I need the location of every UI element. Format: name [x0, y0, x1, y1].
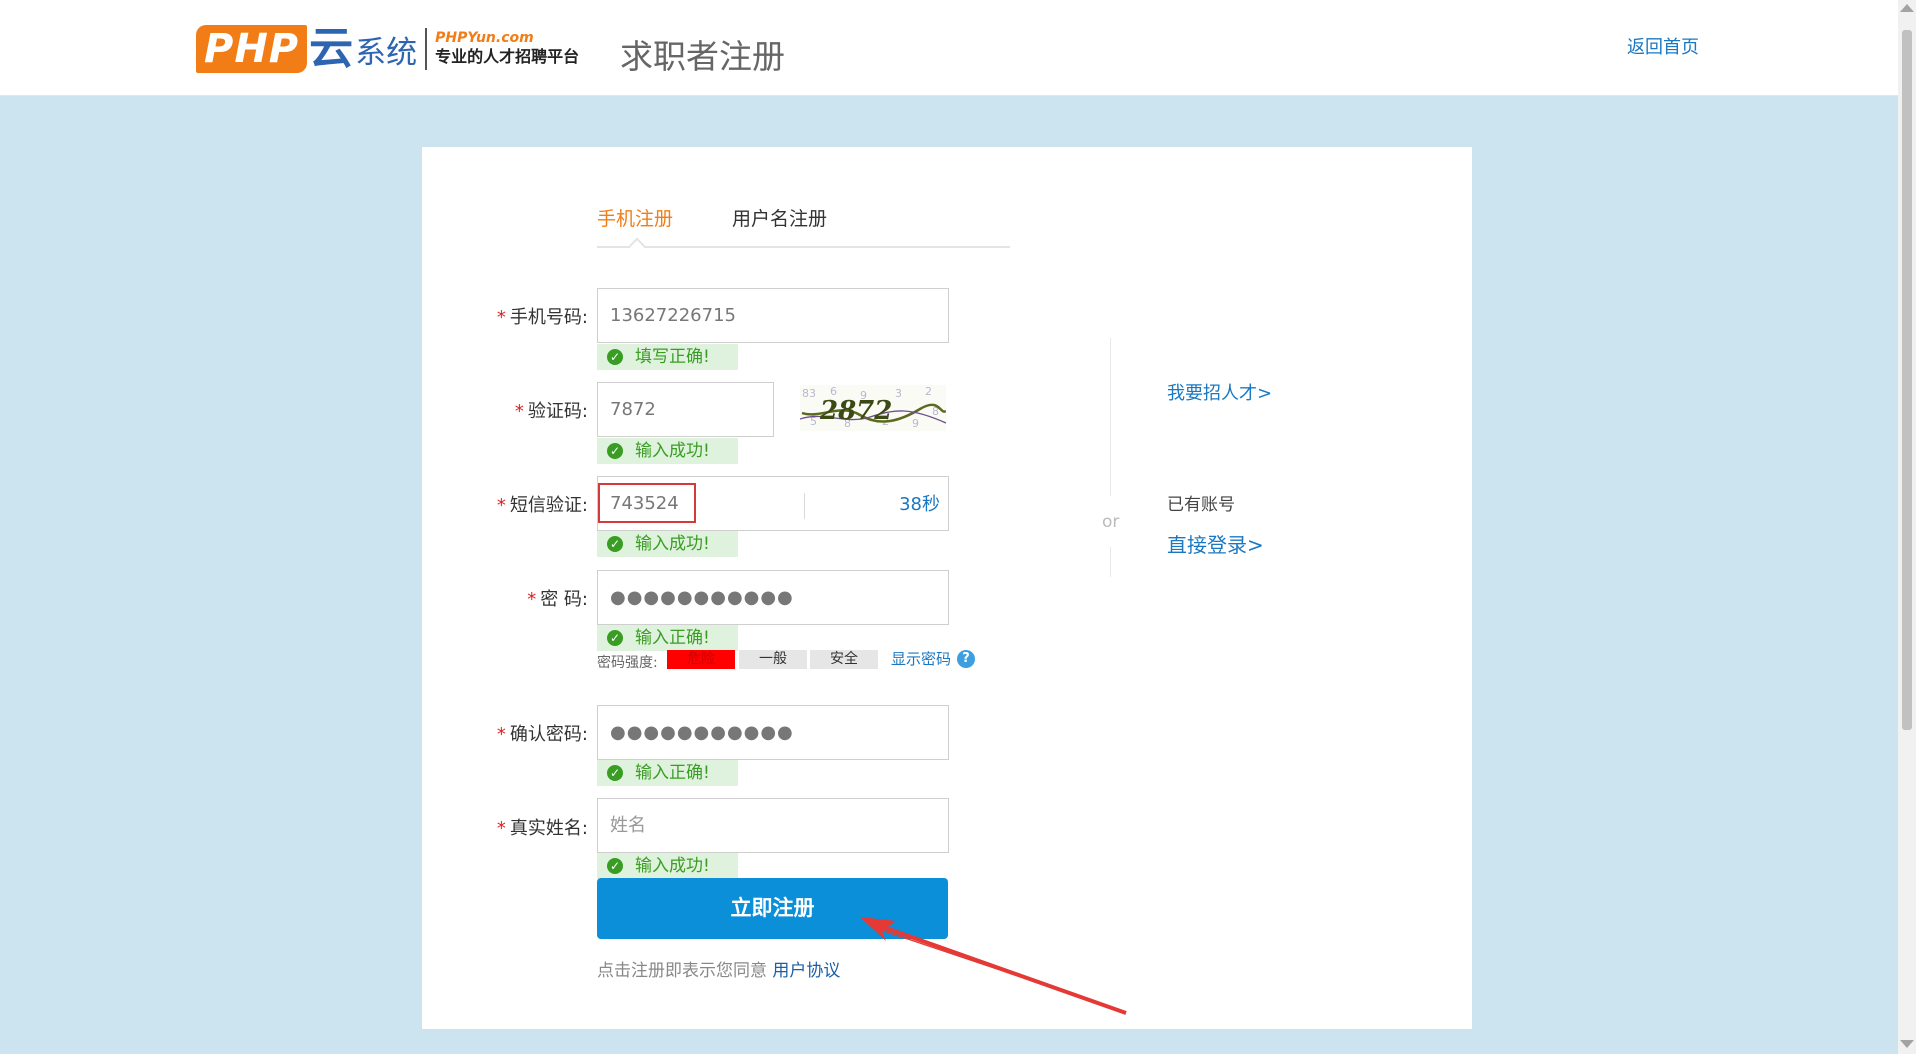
- phone-status-text: 填写正确!: [635, 347, 710, 367]
- password-input[interactable]: ●●●●●●●●●●●: [597, 570, 949, 625]
- confirm-password-label-text: 确认密码:: [509, 724, 588, 745]
- check-icon: ✓: [607, 765, 623, 781]
- logo-php-text: PHP: [196, 25, 308, 73]
- phone-label: * 手机号码:: [418, 303, 588, 329]
- or-label: or: [1102, 512, 1120, 532]
- show-password-text: 显示密码: [891, 650, 952, 668]
- confirm-password-input[interactable]: ●●●●●●●●●●●: [597, 705, 949, 760]
- logo-system-text: 系统: [355, 34, 418, 71]
- side-divider-bottom: [1110, 547, 1111, 577]
- tab-username-register[interactable]: 用户名注册: [732, 204, 827, 231]
- confirm-password-label: * 确认密码:: [418, 720, 588, 746]
- tab-phone-register[interactable]: 手机注册: [597, 204, 673, 231]
- logo-divider: [425, 28, 428, 70]
- captcha-image[interactable]: 83 6 9 3 2 58298 2872: [799, 385, 947, 431]
- confirm-password-status-text: 输入正确!: [635, 763, 710, 783]
- check-icon: ✓: [607, 858, 623, 874]
- show-password-link[interactable]: 显示密码?: [891, 648, 976, 669]
- captcha-input[interactable]: 7872: [597, 382, 774, 437]
- strength-normal: 一般: [739, 650, 807, 669]
- captcha-image-text: 2872: [819, 396, 892, 426]
- real-name-input[interactable]: 姓名: [597, 798, 949, 853]
- required-mark: *: [496, 818, 506, 839]
- svg-text:2: 2: [925, 385, 932, 398]
- side-divider-top: [1110, 338, 1111, 496]
- password-label-text: 密 码:: [540, 589, 588, 610]
- phone-label-text: 手机号码:: [509, 307, 588, 328]
- register-submit-button[interactable]: 立即注册: [597, 878, 948, 939]
- password-label: * 密 码:: [418, 585, 588, 611]
- sms-divider: [804, 493, 805, 519]
- user-agreement-link[interactable]: 用户协议: [772, 961, 840, 981]
- tab-underline: [597, 246, 1010, 248]
- real-name-label-text: 真实姓名:: [509, 818, 588, 839]
- login-link[interactable]: 直接登录>: [1167, 529, 1264, 558]
- captcha-status: ✓ 输入成功!: [597, 438, 738, 464]
- required-mark: *: [496, 724, 506, 745]
- sms-status: ✓ 输入成功!: [597, 531, 738, 557]
- password-strength-label: 密码强度:: [597, 655, 658, 671]
- scroll-up-arrow-icon[interactable]: [1900, 4, 1914, 12]
- captcha-status-text: 输入成功!: [635, 441, 710, 461]
- check-icon: ✓: [607, 536, 623, 552]
- required-mark: *: [514, 401, 524, 422]
- sms-label: * 短信验证:: [418, 491, 588, 517]
- svg-text:83: 83: [802, 387, 816, 400]
- strength-safe: 安全: [810, 650, 878, 669]
- help-icon[interactable]: ?: [957, 649, 976, 668]
- required-mark: *: [496, 307, 506, 328]
- agreement-text: 点击注册即表示您同意: [597, 961, 767, 981]
- sms-countdown-button[interactable]: 38秒: [880, 490, 940, 516]
- required-mark: *: [527, 589, 537, 610]
- check-icon: ✓: [607, 443, 623, 459]
- phone-status: ✓ 填写正确!: [597, 344, 738, 370]
- sms-status-text: 输入成功!: [635, 534, 710, 554]
- logo-tagline: PHPYun.com 专业的人才招聘平台: [435, 30, 579, 68]
- scroll-down-arrow-icon[interactable]: [1900, 1040, 1914, 1048]
- svg-text:3: 3: [895, 387, 902, 400]
- sms-code-highlight-box: [598, 483, 696, 523]
- sms-label-text: 短信验证:: [509, 495, 588, 516]
- captcha-label: * 验证码:: [418, 397, 588, 423]
- check-icon: ✓: [607, 349, 623, 365]
- required-mark: *: [496, 495, 506, 516]
- phone-input[interactable]: 13627226715: [597, 288, 949, 343]
- password-status-text: 输入正确!: [635, 628, 710, 648]
- logo-slogan: 专业的人才招聘平台: [435, 47, 580, 66]
- logo-domain: PHPYun.com: [435, 30, 534, 46]
- strength-danger: 危险: [667, 650, 735, 669]
- logo-yun-text: 云: [309, 23, 354, 74]
- agreement-note: 点击注册即表示您同意 用户协议: [597, 956, 840, 981]
- site-logo[interactable]: PHP 云 系统 PHPYun.com 专业的人才招聘平台: [196, 22, 579, 76]
- check-icon: ✓: [607, 630, 623, 646]
- svg-text:9: 9: [912, 417, 919, 430]
- captcha-label-text: 验证码:: [527, 401, 588, 422]
- real-name-label: * 真实姓名:: [418, 814, 588, 840]
- password-status: ✓ 输入正确!: [597, 625, 738, 651]
- confirm-password-status: ✓ 输入正确!: [597, 760, 738, 786]
- page-title: 求职者注册: [620, 37, 785, 76]
- has-account-text: 已有账号: [1167, 495, 1235, 515]
- real-name-status: ✓ 输入成功!: [597, 853, 738, 879]
- recruit-link[interactable]: 我要招人才>: [1167, 379, 1272, 405]
- real-name-status-text: 输入成功!: [635, 856, 710, 876]
- scrollbar-thumb[interactable]: [1902, 30, 1912, 730]
- home-link[interactable]: 返回首页: [1627, 33, 1699, 59]
